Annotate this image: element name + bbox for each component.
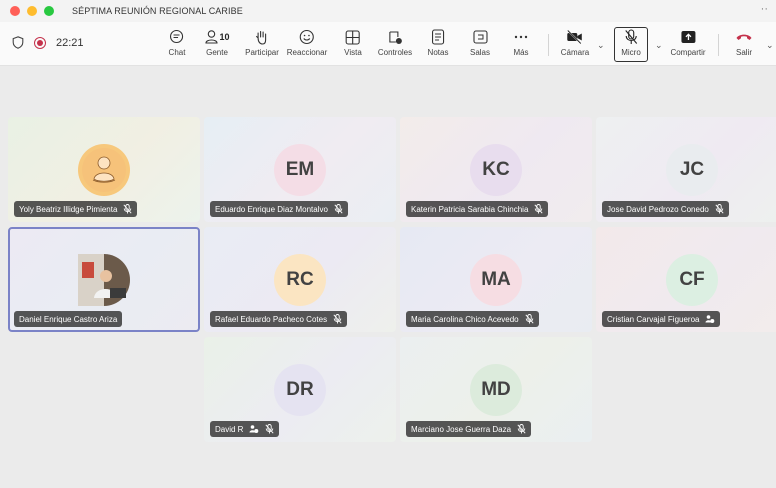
participant-name: Katerin Patricia Sarabia Chinchia — [411, 204, 529, 214]
smiley-icon — [299, 29, 315, 45]
leave-options-chevron-icon[interactable]: ⌄ — [766, 40, 774, 51]
participant-name: Cristian Carvajal Figueroa — [607, 314, 700, 324]
camera-options-chevron-icon[interactable]: ⌄ — [597, 40, 605, 51]
rooms-button[interactable]: Salas — [470, 27, 490, 61]
participant-tile[interactable]: MD Marciano Jose Guerra Daza — [400, 337, 592, 442]
mic-options-chevron-icon[interactable]: ⌄ — [655, 40, 663, 51]
people-icon — [205, 30, 218, 44]
mic-muted-icon — [715, 204, 724, 214]
avatar: EM — [274, 144, 326, 196]
phone-hangup-icon — [736, 34, 752, 40]
participant-tile[interactable]: Yoly Beatriz Illidge Pimienta — [8, 117, 200, 222]
avatar: MA — [470, 254, 522, 306]
mic-muted-icon — [334, 204, 343, 214]
view-button[interactable]: Vista — [344, 27, 362, 61]
meeting-timer: 22:21 — [56, 36, 84, 49]
more-button[interactable]: Más — [513, 27, 529, 61]
mic-button-focus-ring — [614, 27, 648, 62]
people-button[interactable]: 10 Gente — [204, 27, 230, 61]
window-titlebar: SÉPTIMA REUNIÓN REGIONAL CARIBE ·· — [0, 0, 776, 22]
share-screen-icon — [681, 31, 695, 43]
zoom-window-button[interactable] — [44, 6, 54, 16]
participant-nameplate: Yoly Beatriz Illidge Pimienta — [14, 201, 138, 217]
more-dots-icon — [514, 35, 528, 39]
window-more-icon[interactable]: ·· — [761, 3, 768, 15]
mic-muted-icon — [517, 424, 526, 434]
avatar: RC — [274, 254, 326, 306]
participant-name: Eduardo Enrique Diaz Montalvo — [215, 204, 328, 214]
participant-tile[interactable]: DR David R — [204, 337, 396, 442]
hand-icon — [255, 30, 267, 45]
notes-icon — [431, 29, 445, 45]
rooms-icon — [472, 30, 488, 44]
avatar: JC — [666, 144, 718, 196]
raise-hand-button[interactable]: Participar — [245, 27, 279, 61]
controls-icon — [389, 31, 402, 44]
window-title: SÉPTIMA REUNIÓN REGIONAL CARIBE — [72, 6, 243, 16]
controls-button[interactable]: Controles — [378, 27, 412, 61]
participant-name: David R — [215, 424, 244, 434]
participant-tile[interactable]: CF Cristian Carvajal Figueroa — [596, 227, 776, 332]
mic-muted-icon — [525, 314, 534, 324]
people-count: 10 — [219, 32, 230, 42]
avatar: CF — [666, 254, 718, 306]
participant-gallery: Yoly Beatriz Illidge Pimienta EM Eduardo… — [0, 66, 776, 488]
grid-view-icon — [345, 29, 361, 45]
mic-muted-icon — [333, 314, 342, 324]
participant-nameplate: David R — [210, 421, 280, 437]
mic-muted-icon — [265, 424, 274, 434]
meeting-info: 22:21 — [12, 36, 84, 49]
camera-button[interactable]: Cámara — [561, 27, 589, 61]
toolbar-divider — [548, 34, 549, 56]
participant-nameplate: Daniel Enrique Castro Ariza — [14, 311, 123, 327]
leave-button[interactable]: Salir — [735, 27, 753, 61]
share-button[interactable]: Compartir — [670, 27, 706, 61]
participant-name: Daniel Enrique Castro Ariza — [19, 314, 118, 324]
participant-nameplate: Rafael Eduardo Pacheco Cotes — [210, 311, 348, 327]
avatar — [78, 144, 130, 196]
avatar: MD — [470, 364, 522, 416]
close-window-button[interactable] — [10, 6, 20, 16]
participant-nameplate: Jose David Pedrozo Conedo — [602, 201, 729, 217]
participant-tile[interactable]: RC Rafael Eduardo Pacheco Cotes — [204, 227, 396, 332]
camera-off-icon — [567, 29, 582, 45]
participant-tile[interactable]: MA Maria Carolina Chico Acevedo — [400, 227, 592, 332]
avatar: KC — [470, 144, 522, 196]
participant-nameplate: Cristian Carvajal Figueroa — [602, 311, 721, 327]
participant-tile[interactable]: KC Katerin Patricia Sarabia Chinchia — [400, 117, 592, 222]
participant-name: Rafael Eduardo Pacheco Cotes — [215, 314, 328, 324]
participant-nameplate: Katerin Patricia Sarabia Chinchia — [406, 201, 549, 217]
notes-button[interactable]: Notas — [428, 27, 448, 61]
minimize-window-button[interactable] — [27, 6, 37, 16]
avatar — [78, 254, 130, 306]
participant-tile-active[interactable]: Daniel Enrique Castro Ariza — [8, 227, 200, 332]
profile-photo-icon — [78, 254, 130, 306]
toolbar-divider — [718, 34, 719, 56]
meeting-toolbar: 22:21 Chat 10 Gente Participar Reacciona… — [0, 22, 776, 66]
chat-icon — [170, 29, 184, 44]
mic-muted-icon — [123, 204, 132, 214]
guest-icon — [249, 425, 259, 433]
participant-name: Maria Carolina Chico Acevedo — [411, 314, 519, 324]
avatar: DR — [274, 364, 326, 416]
participant-tile[interactable]: JC Jose David Pedrozo Conedo — [596, 117, 776, 222]
meditation-avatar-icon — [82, 148, 126, 192]
participant-name: Yoly Beatriz Illidge Pimienta — [19, 204, 118, 214]
recording-icon — [34, 36, 46, 49]
participant-nameplate: Maria Carolina Chico Acevedo — [406, 311, 539, 327]
guest-icon — [705, 315, 715, 323]
participant-nameplate: Eduardo Enrique Diaz Montalvo — [210, 201, 348, 217]
mic-muted-icon — [534, 204, 543, 214]
participant-name: Jose David Pedrozo Conedo — [607, 204, 709, 214]
window-controls — [10, 6, 54, 16]
shield-icon — [12, 36, 24, 49]
react-button[interactable]: Reaccionar — [287, 27, 327, 61]
chat-button[interactable]: Chat — [169, 27, 185, 61]
participant-tile[interactable]: EM Eduardo Enrique Diaz Montalvo — [204, 117, 396, 222]
participant-nameplate: Marciano Jose Guerra Daza — [406, 421, 532, 437]
participant-name: Marciano Jose Guerra Daza — [411, 424, 512, 434]
